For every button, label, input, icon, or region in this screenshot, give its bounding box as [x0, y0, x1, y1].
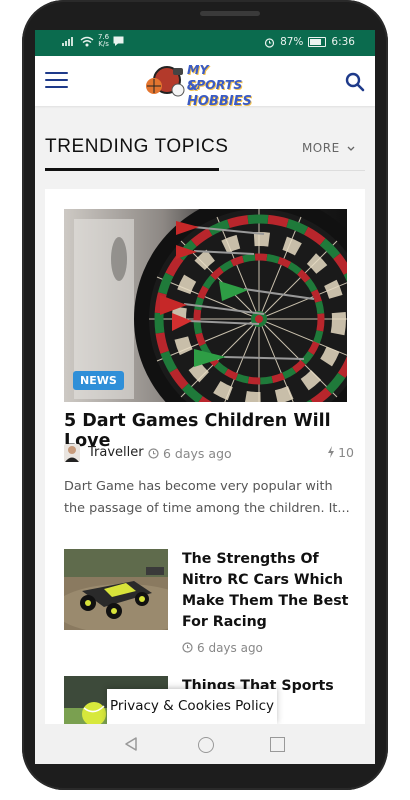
section-title: TRENDING TOPICS	[45, 136, 229, 157]
view-count-text: 10	[338, 445, 354, 460]
recent-apps-icon[interactable]	[270, 737, 285, 752]
system-nav-bar	[35, 724, 375, 764]
screen: 7.6 K/s 87% 6:36 MY SPORTS & HOBBIES TRE…	[35, 30, 375, 764]
trending-section: TRENDING TOPICS MORE NEWS 5 Dart Games C…	[35, 106, 375, 764]
rc-car-photo	[64, 549, 168, 630]
network-speed-unit: K/s	[98, 40, 109, 48]
status-left: 7.6 K/s	[62, 34, 124, 48]
message-icon	[113, 36, 124, 46]
logo-line-2: & HOBBIES	[187, 79, 252, 109]
article-date: 6 days ago	[182, 641, 263, 655]
article-title[interactable]: The Strengths Of Nitro RC Cars Which Mak…	[182, 549, 354, 633]
battery-icon	[308, 37, 327, 47]
category-badge[interactable]: NEWS	[73, 371, 124, 390]
article-thumbnail[interactable]	[64, 549, 168, 630]
section-title-underline	[45, 168, 219, 171]
featured-meta: Traveller 6 days ago 10	[64, 444, 354, 464]
status-bar: 7.6 K/s 87% 6:36	[35, 30, 375, 56]
hamburger-icon[interactable]	[45, 72, 68, 88]
site-logo[interactable]: MY SPORTS & HOBBIES	[143, 60, 267, 109]
featured-image[interactable]: NEWS	[64, 209, 347, 402]
clock-icon	[182, 642, 193, 653]
lightning-icon	[328, 446, 335, 458]
article-date-text: 6 days ago	[197, 641, 263, 655]
signal-icon	[62, 37, 73, 46]
avatar[interactable]	[64, 444, 80, 462]
featured-date: 6 days ago	[148, 446, 232, 461]
wifi-icon	[80, 36, 94, 46]
more-label: MORE	[301, 141, 340, 155]
back-icon[interactable]	[124, 737, 138, 751]
featured-date-text: 6 days ago	[163, 446, 232, 461]
chevron-down-icon	[347, 146, 355, 151]
articles-card: NEWS 5 Dart Games Children Will Love Tra…	[45, 189, 365, 764]
search-icon[interactable]	[345, 72, 365, 92]
logo-sports-gear-icon	[146, 66, 185, 97]
more-button[interactable]: MORE	[302, 141, 355, 155]
clock-time: 6:36	[331, 36, 355, 48]
home-icon[interactable]	[198, 737, 214, 753]
app-header: MY SPORTS & HOBBIES	[35, 56, 375, 109]
alarm-icon	[264, 37, 275, 48]
battery-percent: 87%	[280, 36, 304, 48]
cookie-policy-button[interactable]: Privacy & Cookies Policy	[107, 689, 277, 724]
featured-excerpt: Dart Game has become very popular with t…	[64, 479, 350, 516]
phone-speaker	[200, 11, 260, 16]
clock-icon	[148, 448, 159, 459]
status-right: 87% 6:36	[264, 36, 355, 48]
network-speed: 7.6 K/s	[98, 34, 109, 48]
author-name[interactable]: Traveller	[88, 445, 144, 460]
view-count: 10	[327, 445, 354, 460]
list-item[interactable]: The Strengths Of Nitro RC Cars Which Mak…	[64, 549, 354, 664]
